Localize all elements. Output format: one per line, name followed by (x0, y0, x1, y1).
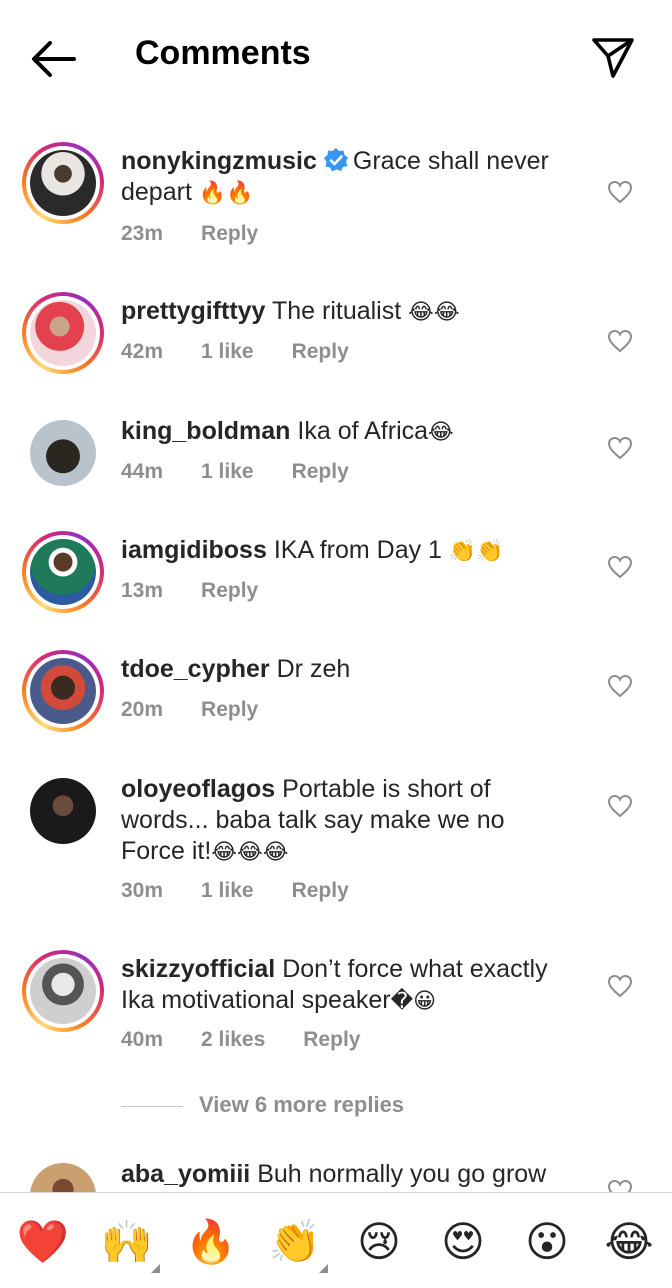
like-count[interactable]: 1 like (201, 340, 254, 363)
comment-text: Dr zeh (276, 655, 351, 683)
page-title: Comments (135, 34, 311, 72)
comment-username[interactable]: tdoe_cypher (121, 655, 270, 683)
heart-outline-icon[interactable] (607, 674, 633, 698)
comment-time: 23m (121, 222, 164, 245)
tears-of-joy-emoji-icon[interactable]: 😂 (602, 1215, 656, 1269)
comment-text: IKA from Day 1 (273, 536, 449, 564)
verified-badge-icon (323, 148, 348, 172)
heart-outline-icon[interactable] (607, 436, 633, 460)
like-count[interactable]: 1 like (201, 879, 254, 902)
crying-face-emoji-icon[interactable]: 😢 (352, 1215, 406, 1269)
heart-eyes-emoji-icon[interactable]: 😍 (436, 1215, 490, 1269)
comment-username[interactable]: skizzyofficial (121, 955, 275, 983)
heart-outline-icon[interactable] (607, 1179, 633, 1192)
fire-emoji-icon: 🔥🔥 (198, 181, 254, 206)
avatar[interactable] (22, 142, 104, 224)
comment-username[interactable]: prettygifttyy (121, 297, 265, 325)
heart-outline-icon[interactable] (607, 555, 633, 579)
comment-username[interactable]: iamgidiboss (121, 536, 267, 564)
comment-time: 42m (121, 340, 164, 363)
view-more-replies-button[interactable]: View 6 more replies (121, 1092, 404, 1118)
avatar[interactable] (22, 412, 104, 494)
heart-outline-icon[interactable] (607, 180, 633, 204)
reply-button[interactable]: Reply (292, 460, 349, 483)
emoji-reaction-bar: ❤️ 🙌 🔥 👏 😢 😍 😮 😂 (0, 1192, 672, 1288)
fire-emoji-icon[interactable]: 🔥 (184, 1215, 238, 1269)
like-count[interactable]: 1 like (201, 460, 254, 483)
clapping-emoji-icon: 👏👏 (448, 539, 504, 564)
header-bar: Comments (0, 0, 672, 112)
reply-button[interactable]: Reply (303, 1028, 360, 1051)
comment-text: depart (121, 178, 199, 206)
comment-time: 30m (121, 879, 164, 902)
paper-plane-icon[interactable] (588, 34, 636, 80)
avatar[interactable] (22, 650, 104, 732)
avatar[interactable] (22, 770, 104, 852)
comment-time: 20m (121, 698, 164, 721)
heart-outline-icon[interactable] (607, 974, 633, 998)
comment-text: The ritualist (271, 297, 409, 325)
heart-outline-icon[interactable] (607, 329, 633, 353)
comment-username[interactable]: oloyeoflagos (121, 775, 275, 803)
red-heart-emoji-icon[interactable]: ❤️ (16, 1215, 70, 1269)
reply-button[interactable]: Reply (201, 698, 258, 721)
comment-time: 44m (121, 460, 164, 483)
avatar[interactable] (22, 531, 104, 613)
comment-time: 13m (121, 579, 164, 602)
raising-hands-emoji-icon[interactable]: 🙌 (100, 1215, 160, 1273)
comment-username[interactable]: nonykingzmusic (121, 147, 317, 175)
comment-text: words... baba talk say make we no (121, 806, 505, 834)
reply-button[interactable]: Reply (292, 340, 349, 363)
comment-text: Portable is short of (282, 775, 491, 803)
reply-button[interactable]: Reply (292, 879, 349, 902)
comment-text: Buh normally you go grow (257, 1160, 547, 1188)
comment-text: Ika motivational speaker (121, 986, 391, 1014)
clapping-hands-emoji-icon[interactable]: 👏 (268, 1215, 328, 1273)
like-count[interactable]: 2 likes (201, 1028, 265, 1051)
comment-list[interactable]: nonykingzmusic Grace shall never depart 🔥… (0, 112, 672, 1192)
avatar[interactable] (22, 292, 104, 374)
heart-outline-icon[interactable] (607, 794, 633, 818)
surprised-face-emoji-icon[interactable]: 😮 (520, 1215, 574, 1269)
skin-tone-indicator-icon (319, 1264, 328, 1273)
comment-text: Force it! (121, 837, 212, 865)
comment-text: Don’t force what exactly (282, 955, 548, 983)
reply-button[interactable]: Reply (201, 222, 258, 245)
grinning-emoji-icon: �😀 (390, 989, 437, 1014)
laughing-emoji-icon: 😂😂😂 (211, 840, 289, 865)
back-arrow-icon[interactable] (28, 36, 78, 82)
divider (121, 1105, 183, 1107)
comment-username[interactable]: king_boldman (121, 417, 290, 445)
comment-time: 40m (121, 1028, 164, 1051)
comment-text: Grace shall never (352, 147, 549, 175)
laughing-emoji-icon: 😂 (428, 420, 454, 445)
avatar[interactable] (22, 1155, 104, 1192)
skin-tone-indicator-icon (151, 1264, 160, 1273)
laughing-emoji-icon: 😂😂 (408, 300, 460, 325)
comment-username[interactable]: aba_yomiii (121, 1160, 250, 1188)
comment-text: Ika of Africa (297, 417, 429, 445)
reply-button[interactable]: Reply (201, 579, 258, 602)
avatar[interactable] (22, 950, 104, 1032)
